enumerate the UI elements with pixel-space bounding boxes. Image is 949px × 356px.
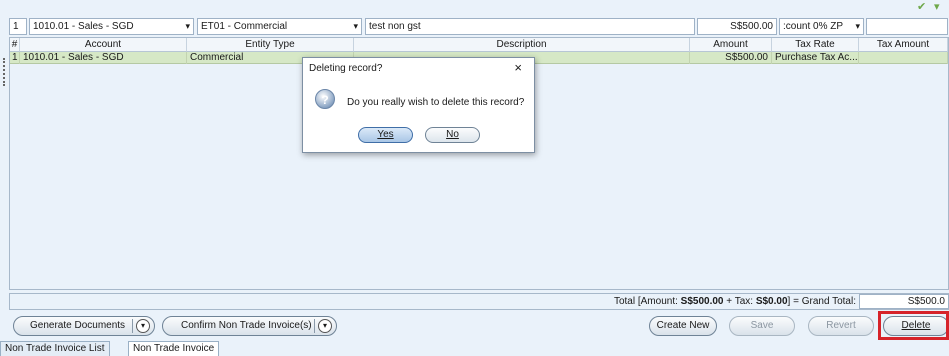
confirm-non-trade-invoice-button[interactable]: Confirm Non Trade Invoice(s) ▾ xyxy=(162,316,337,336)
row-account: 1010.01 - Sales - SGD xyxy=(20,52,187,64)
account-select[interactable]: 1010.01 - Sales - SGD ▾ xyxy=(29,18,194,35)
chevron-down-icon: ▾ xyxy=(855,21,860,31)
tick-icon: ✔ xyxy=(917,1,927,13)
tax-rate-select-value: :count 0% ZP xyxy=(783,21,844,32)
amount-input[interactable]: S$500.00 xyxy=(697,18,777,35)
tax-rate-select[interactable]: :count 0% ZP ▾ xyxy=(779,18,864,35)
no-button[interactable]: No xyxy=(425,127,480,143)
row-amount: S$500.00 xyxy=(690,52,772,64)
entity-type-select[interactable]: ET01 - Commercial ▾ xyxy=(197,18,362,35)
line-number-field: 1 xyxy=(9,18,27,35)
delete-confirm-dialog: Deleting record? × ? Do you really wish … xyxy=(302,57,535,153)
tick-icon: ▾ xyxy=(934,1,940,13)
chevron-down-icon[interactable]: ▾ xyxy=(318,319,332,333)
account-select-value: 1010.01 - Sales - SGD xyxy=(33,21,134,32)
generate-documents-button[interactable]: Generate Documents ▾ xyxy=(13,316,155,336)
totals-prefix: Total [Amount: xyxy=(613,296,681,307)
chevron-down-icon: ▾ xyxy=(353,21,358,31)
entity-type-select-value: ET01 - Commercial xyxy=(201,21,288,32)
column-header[interactable]: Account xyxy=(20,38,187,52)
totals-mid: + Tax: xyxy=(723,296,756,307)
yes-label: Yes xyxy=(377,129,394,140)
no-label: No xyxy=(446,129,459,140)
generate-documents-label: Generate Documents xyxy=(30,320,126,331)
column-header[interactable]: # xyxy=(10,38,20,52)
resize-grip[interactable] xyxy=(3,58,6,86)
revert-button[interactable]: Revert xyxy=(808,316,874,336)
chevron-down-icon[interactable]: ▾ xyxy=(136,319,150,333)
total-amount: S$500.00 xyxy=(680,296,724,307)
column-header[interactable]: Entity Type xyxy=(187,38,354,52)
column-header[interactable]: Amount xyxy=(690,38,772,52)
close-icon[interactable]: × xyxy=(514,60,522,75)
row-number: 1 xyxy=(10,52,20,64)
chevron-down-icon: ▾ xyxy=(185,21,190,31)
tax-amount-input[interactable] xyxy=(866,18,948,35)
totals-bar: Total [Amount: S$500.00 + Tax: S$0.00] =… xyxy=(9,293,949,310)
grand-total-field: S$500.0 xyxy=(859,294,949,309)
delete-highlight-box xyxy=(878,311,949,340)
dialog-title: Deleting record? xyxy=(309,63,383,74)
column-header[interactable]: Tax Amount xyxy=(859,38,948,52)
column-header[interactable]: Description xyxy=(354,38,690,52)
row-tax-rate: Purchase Tax Ac... xyxy=(772,52,859,64)
total-tax: S$0.00 xyxy=(755,296,788,307)
row-tax-amount xyxy=(859,52,948,64)
yes-button[interactable]: Yes xyxy=(358,127,413,143)
tab-non-trade-invoice[interactable]: Non Trade Invoice xyxy=(128,341,220,356)
dialog-message: Do you really wish to delete this record… xyxy=(347,97,525,108)
description-input[interactable]: test non gst xyxy=(365,18,695,35)
create-new-button[interactable]: Create New xyxy=(649,316,717,336)
tab-non-trade-invoice-list[interactable]: Non Trade Invoice List xyxy=(0,341,110,356)
save-button[interactable]: Save xyxy=(729,316,795,336)
column-header[interactable]: Tax Rate xyxy=(772,38,859,52)
confirm-label: Confirm Non Trade Invoice(s) xyxy=(181,320,312,331)
totals-suffix: ] = Grand Total: xyxy=(787,296,856,307)
question-icon: ? xyxy=(315,89,335,109)
totals-summary: Total [Amount: S$500.00 + Tax: S$0.00] =… xyxy=(614,296,856,307)
